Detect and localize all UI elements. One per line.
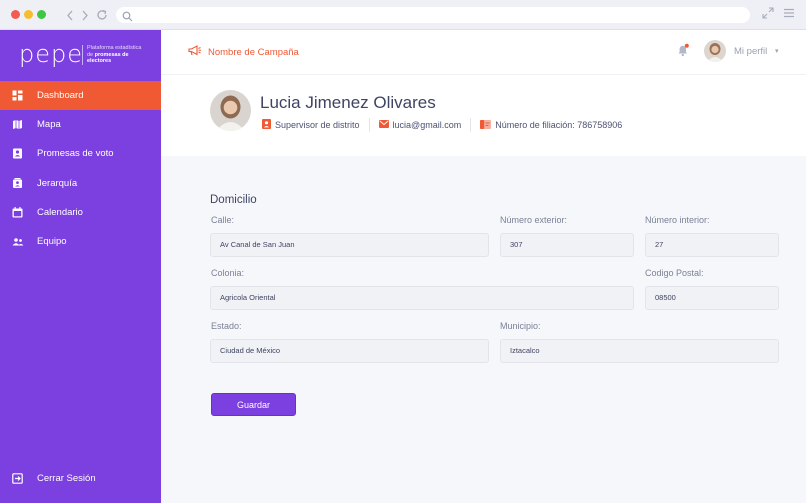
meta-divider: [368, 118, 370, 132]
num-int-label: Número interior:: [645, 215, 710, 225]
notification-bell-icon[interactable]: [676, 43, 690, 62]
contacts-icon: [12, 177, 23, 189]
calle-label: Calle:: [211, 215, 235, 225]
sidebar-item-jerarquia[interactable]: Jerarquía: [0, 169, 161, 198]
tagline-bold-2: electores: [87, 58, 112, 64]
logout-icon: [12, 473, 23, 484]
top-bar: Nombre de Campaña Mi perfil ▾: [161, 30, 806, 74]
sidebar-item-calendario[interactable]: Calendario: [0, 198, 161, 227]
id-card-icon: [12, 148, 23, 159]
avatar[interactable]: [704, 40, 726, 62]
user-affiliation: Número de filiación: 786758906: [480, 119, 623, 131]
megaphone-icon: [188, 45, 208, 59]
logo-divider: [82, 45, 83, 65]
tagline-line-3: electores: [87, 58, 157, 65]
sidebar-item-label: Mapa: [37, 119, 61, 131]
tagline-prefix: de: [87, 51, 94, 58]
sidebar-item-mapa[interactable]: Mapa: [0, 110, 161, 139]
estado-input[interactable]: Ciudad de México: [210, 339, 489, 363]
sidebar-menu: Dashboard Mapa Promesas de voto Jerarquí…: [0, 81, 161, 256]
municipio-input[interactable]: Iztacalco: [500, 339, 779, 363]
sidebar-item-label: Equipo: [37, 236, 67, 248]
sidebar-item-promesas[interactable]: Promesas de voto: [0, 139, 161, 168]
logo: pepe Plataforma estadística de promesas …: [19, 40, 159, 68]
minimize-window-button[interactable]: [24, 10, 33, 19]
close-window-button[interactable]: [11, 10, 20, 19]
logo-wordmark: pepe: [19, 40, 83, 68]
main-content: Nombre de Campaña Mi perfil ▾ Lucia Jime…: [161, 30, 806, 503]
maximize-window-button[interactable]: [37, 10, 46, 19]
chevron-down-icon[interactable]: ▾: [775, 47, 779, 55]
calendar-icon: [12, 206, 23, 218]
section-title: Domicilio: [210, 194, 257, 206]
profile-card: Lucia Jimenez Olivares Supervisor de dis…: [161, 74, 806, 156]
campaign-label: Nombre de Campaña: [208, 46, 299, 58]
user-role-text: Supervisor de distrito: [275, 120, 360, 130]
profile-menu-label[interactable]: Mi perfil: [734, 46, 767, 57]
address-bar[interactable]: [116, 7, 750, 23]
sidebar-item-equipo[interactable]: Equipo: [0, 227, 161, 256]
estado-label: Estado:: [211, 321, 242, 331]
sidebar-item-label: Jerarquía: [37, 177, 78, 189]
reload-icon[interactable]: [94, 6, 110, 24]
meta-divider: [470, 118, 472, 132]
save-button[interactable]: Guardar: [211, 393, 296, 416]
user-full-name: Lucia Jimenez Olivares: [260, 93, 436, 112]
colonia-label: Colonia:: [211, 268, 245, 278]
sidebar-item-label: Promesas de voto: [37, 148, 114, 160]
browser-toolbar: [0, 0, 806, 30]
colonia-input[interactable]: Agricola Oriental: [210, 286, 634, 310]
logout-label: Cerrar Sesión: [37, 473, 96, 484]
profile-meta: Supervisor de distrito lucia@gmail.com N…: [262, 118, 622, 132]
logout-button[interactable]: Cerrar Sesión: [0, 467, 161, 491]
num-ext-label: Número exterior:: [500, 215, 568, 225]
calle-input[interactable]: Av Canal de San Juan: [210, 233, 489, 257]
sidebar-item-label: Calendario: [37, 206, 83, 218]
sidebar: pepe Plataforma estadística de promesas …: [0, 30, 161, 503]
user-role: Supervisor de distrito: [262, 119, 360, 131]
user-email-text: lucia@gmail.com: [392, 120, 462, 130]
user-email: lucia@gmail.com: [378, 120, 462, 130]
profile-photo: [210, 90, 251, 131]
cp-input[interactable]: 08500: [645, 286, 779, 310]
back-icon[interactable]: [62, 6, 78, 24]
tagline-bold: promesas de: [94, 51, 129, 58]
search-icon: [122, 9, 133, 27]
expand-icon[interactable]: [762, 7, 774, 22]
menu-icon[interactable]: [783, 7, 795, 22]
num-int-input[interactable]: 27: [645, 233, 779, 257]
map-icon: [12, 119, 23, 130]
cp-label: Codigo Postal:: [645, 268, 704, 278]
forward-icon[interactable]: [77, 6, 93, 24]
badge-icon: [262, 119, 275, 131]
municipio-label: Municipio:: [500, 321, 541, 331]
affiliation-text: Número de filiación: 786758906: [495, 120, 623, 130]
mail-icon: [378, 120, 393, 130]
campaign-name[interactable]: Nombre de Campaña: [188, 45, 299, 59]
dashboard-icon: [12, 90, 23, 101]
id-card-icon: [480, 119, 495, 131]
num-ext-input[interactable]: 307: [500, 233, 634, 257]
team-icon: [12, 236, 24, 247]
sidebar-item-dashboard[interactable]: Dashboard: [0, 81, 161, 111]
sidebar-item-label: Dashboard: [37, 90, 84, 102]
logo-tagline: Plataforma estadística de promesas de el…: [87, 45, 157, 65]
